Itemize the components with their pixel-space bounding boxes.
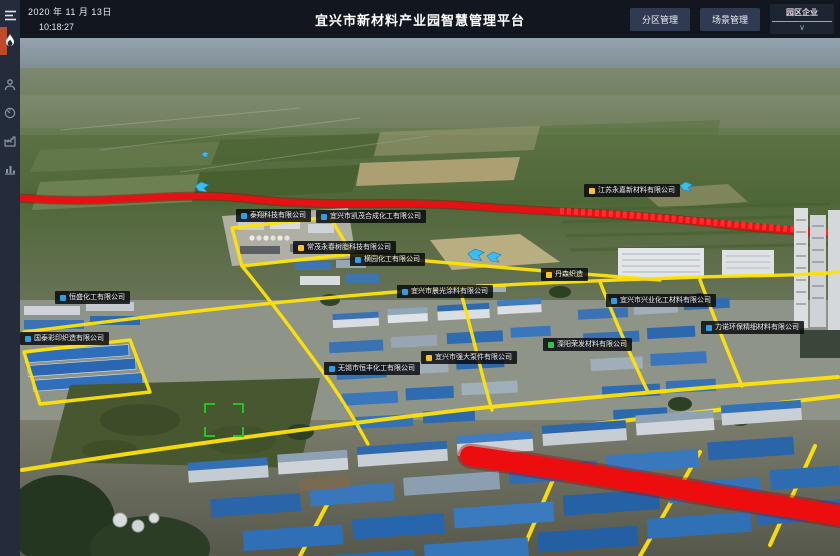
company-label[interactable]: 宜兴市强大泵件有限公司 (421, 351, 517, 364)
sidebar-item-personnel[interactable] (0, 72, 20, 98)
company-label-text: 力诺环保精细材料有限公司 (715, 324, 799, 331)
sidebar-item-fire[interactable] (0, 28, 20, 54)
company-label[interactable]: 宜兴市凯茂合成化工有限公司 (316, 210, 426, 223)
company-label-text: 溧阳荣发材料有限公司 (557, 341, 627, 348)
company-label[interactable]: 泰翔科技有限公司 (236, 209, 311, 222)
factory-marker-icon (548, 342, 554, 348)
header-actions: 分区管理 场景管理 园区企业 ∨ (630, 0, 834, 38)
factory-marker-icon (241, 213, 247, 219)
company-label[interactable]: 江苏永嘉新材料有限公司 (584, 184, 680, 197)
factory-marker-icon (298, 245, 304, 251)
company-label[interactable]: 丹森织造 (541, 268, 588, 281)
map-3d-scene[interactable]: 泰翔科技有限公司 宜兴市凯茂合成化工有限公司 常茂永春树脂科技有限公司 横园化工… (20, 38, 840, 556)
company-label[interactable]: 国泰彩印织造有限公司 (20, 332, 109, 345)
sidebar-item-enterprise[interactable] (0, 128, 20, 154)
user-icon (4, 79, 16, 91)
smart-park-platform: 泰翔科技有限公司 宜兴市凯茂合成化工有限公司 常茂永春树脂科技有限公司 横园化工… (0, 0, 840, 556)
company-label-text: 宜兴市强大泵件有限公司 (435, 354, 512, 361)
company-label[interactable]: 无锡市恒丰化工有限公司 (324, 362, 420, 375)
company-label-text: 无锡市恒丰化工有限公司 (338, 365, 415, 372)
factory-marker-icon (589, 188, 595, 194)
sidebar-item-monitor[interactable] (0, 100, 20, 126)
bar-chart-icon (4, 163, 16, 175)
company-label-text: 宜兴市兴业化工材料有限公司 (620, 297, 711, 304)
company-label-text: 江苏永嘉新材料有限公司 (598, 187, 675, 194)
company-label-text: 宜兴市晨光涂料有限公司 (411, 288, 488, 295)
company-label-text: 丹森织造 (555, 271, 583, 278)
flame-icon (4, 34, 16, 48)
company-label-text: 泰翔科技有限公司 (250, 212, 306, 219)
zone-management-button[interactable]: 分区管理 (630, 8, 690, 31)
factory-icon (4, 135, 17, 147)
factory-marker-icon (329, 366, 335, 372)
company-label-text: 横园化工有限公司 (364, 256, 420, 263)
company-label-text: 宜兴市凯茂合成化工有限公司 (330, 213, 421, 220)
factory-marker-icon (426, 355, 432, 361)
company-label[interactable]: 溧阳荣发材料有限公司 (543, 338, 632, 351)
park-enterprise-dropdown[interactable]: 园区企业 ∨ (770, 4, 834, 34)
company-label-text: 恒盛化工有限公司 (69, 294, 125, 301)
menu-icon[interactable] (0, 2, 20, 28)
company-label[interactable]: 力诺环保精细材料有限公司 (701, 321, 804, 334)
scene-management-button[interactable]: 场景管理 (700, 8, 760, 31)
company-label[interactable]: 宜兴市晨光涂料有限公司 (397, 285, 493, 298)
company-label[interactable]: 恒盛化工有限公司 (55, 291, 130, 304)
sidebar (0, 0, 20, 556)
chevron-down-icon: ∨ (799, 22, 805, 33)
sidebar-item-statistics[interactable] (0, 156, 20, 182)
gauge-icon (4, 107, 16, 119)
factory-marker-icon (611, 298, 617, 304)
company-label-text: 国泰彩印织造有限公司 (34, 335, 104, 342)
factory-marker-icon (321, 214, 327, 220)
company-label[interactable]: 宜兴市兴业化工材料有限公司 (606, 294, 716, 307)
dropdown-label: 园区企业 (786, 6, 818, 21)
factory-marker-icon (60, 295, 66, 301)
factory-marker-icon (546, 272, 552, 278)
top-header: 2020 年 11 月 13日 10:18:27 宜兴市新材料产业园智慧管理平台… (0, 0, 840, 38)
factory-marker-icon (355, 257, 361, 263)
company-label[interactable]: 横园化工有限公司 (350, 253, 425, 266)
factory-marker-icon (25, 336, 31, 342)
factory-marker-icon (402, 289, 408, 295)
factory-marker-icon (706, 325, 712, 331)
company-label-text: 常茂永春树脂科技有限公司 (307, 244, 391, 251)
